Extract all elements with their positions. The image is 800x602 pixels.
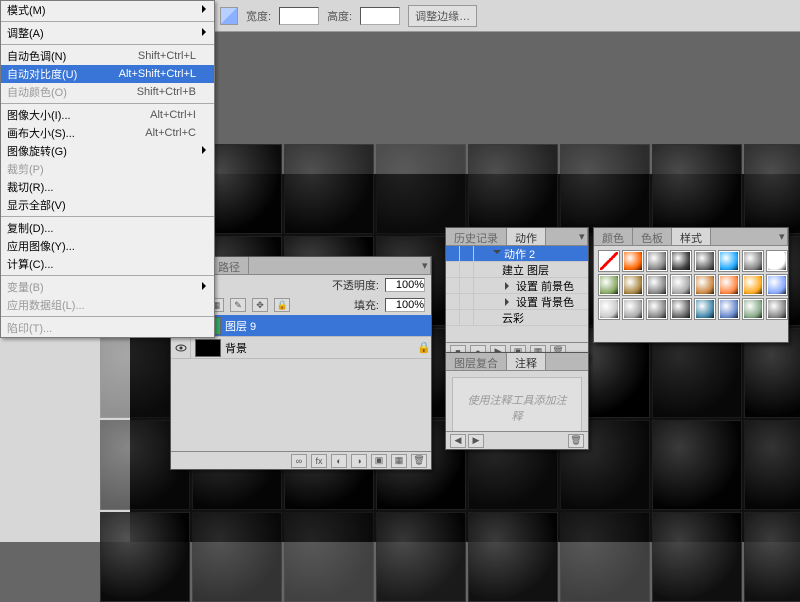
actions-panel: 历史记录 动作 ▾ 动作 2建立 图层设置 前景色设置 背景色云彩 ■ ● ▶ … (445, 227, 589, 361)
lock-icon: 🔒 (417, 341, 431, 354)
menu-item[interactable]: 图像大小(I)...Alt+Ctrl+I (1, 106, 214, 124)
tab-styles[interactable]: 样式 (672, 228, 711, 245)
tab-actions[interactable]: 动作 (507, 228, 546, 245)
layers-footer: ∞ fx ◐ ◑ ▣ ▦ 🗑 (171, 451, 431, 469)
style-swatch[interactable] (670, 250, 692, 272)
style-swatch[interactable] (766, 250, 788, 272)
height-label: 高度: (327, 8, 352, 24)
menu-item[interactable]: 调整(A) (1, 24, 214, 42)
style-swatch[interactable] (622, 298, 644, 320)
menu-item[interactable]: 显示全部(V) (1, 196, 214, 214)
adjust-icon[interactable]: ◑ (351, 454, 367, 468)
refine-edge-button[interactable]: 调整边缘… (408, 5, 477, 27)
style-swatch[interactable] (694, 274, 716, 296)
width-input[interactable] (279, 7, 319, 25)
layer-name: 背景 (225, 340, 417, 356)
tab-notes[interactable]: 注释 (507, 353, 546, 370)
style-swatch[interactable] (622, 274, 644, 296)
width-label: 宽度: (246, 8, 271, 24)
style-swatch[interactable] (718, 250, 740, 272)
menu-item[interactable]: 裁切(R)... (1, 178, 214, 196)
action-row[interactable]: 设置 前景色 (446, 278, 588, 294)
style-swatch[interactable] (622, 250, 644, 272)
fx-icon[interactable]: fx (311, 454, 327, 468)
style-swatch[interactable] (670, 298, 692, 320)
prev-icon[interactable]: ◀ (450, 434, 466, 448)
style-swatch[interactable] (766, 298, 788, 320)
visibility-icon[interactable] (171, 337, 191, 359)
style-swatch[interactable] (646, 250, 668, 272)
mask-icon[interactable]: ◐ (331, 454, 347, 468)
style-swatch[interactable] (646, 298, 668, 320)
actions-list: 动作 2建立 图层设置 前景色设置 背景色云彩 (446, 246, 588, 326)
fill-input[interactable] (385, 298, 425, 312)
style-swatch[interactable] (670, 274, 692, 296)
tab-swatches[interactable]: 色板 (633, 228, 672, 245)
style-swatch[interactable] (694, 250, 716, 272)
opacity-label: 不透明度: (332, 277, 379, 293)
action-row[interactable]: 云彩 (446, 310, 588, 326)
style-swatch[interactable] (742, 250, 764, 272)
style-swatch[interactable] (694, 298, 716, 320)
layer-name: 图层 9 (225, 318, 431, 334)
action-row[interactable]: 动作 2 (446, 246, 588, 262)
menu-item[interactable]: 画布大小(S)...Alt+Ctrl+C (1, 124, 214, 142)
opacity-input[interactable] (385, 278, 425, 292)
menu-item: 陷印(T)... (1, 319, 214, 337)
menu-item[interactable]: 模式(M) (1, 1, 214, 19)
notes-placeholder: 使用注释工具添加注释 (452, 377, 582, 439)
new-layer-icon[interactable]: ▦ (391, 454, 407, 468)
menu-item[interactable]: 应用图像(Y)... (1, 237, 214, 255)
style-swatch[interactable] (646, 274, 668, 296)
layer-thumbnail (195, 339, 221, 357)
lock-move-icon[interactable]: ✥ (252, 298, 268, 312)
styles-panel: 颜色 色板 样式 ▾ (593, 227, 789, 343)
trash-icon[interactable]: 🗑 (568, 434, 584, 448)
layer-row[interactable]: 背景🔒 (171, 337, 431, 359)
panel-menu-icon[interactable]: ▾ (571, 228, 588, 245)
notes-panel: 图层复合 注释 使用注释工具添加注释 ◀ ▶ 🗑 (445, 352, 589, 450)
action-row[interactable]: 建立 图层 (446, 262, 588, 278)
style-swatch[interactable] (598, 250, 620, 272)
style-swatch[interactable] (598, 274, 620, 296)
next-icon[interactable]: ▶ (468, 434, 484, 448)
menu-item: 应用数据组(L)... (1, 296, 214, 314)
fill-label: 填充: (354, 297, 379, 313)
style-swatch[interactable] (718, 274, 740, 296)
menu-item[interactable]: 复制(D)... (1, 219, 214, 237)
menu-item: 自动颜色(O)Shift+Ctrl+B (1, 83, 214, 101)
height-input[interactable] (360, 7, 400, 25)
panel-menu-icon[interactable]: ▾ (771, 228, 788, 245)
tab-layer-comps[interactable]: 图层复合 (446, 353, 507, 370)
menu-item[interactable]: 计算(C)... (1, 255, 214, 273)
lock-paint-icon[interactable]: ✎ (230, 298, 246, 312)
style-swatch[interactable] (742, 298, 764, 320)
style-swatch[interactable] (718, 298, 740, 320)
style-swatch[interactable] (766, 274, 788, 296)
menu-item: 变量(B) (1, 278, 214, 296)
menu-item: 裁剪(P) (1, 160, 214, 178)
tab-history[interactable]: 历史记录 (446, 228, 507, 245)
lock-all-icon[interactable]: 🔒 (274, 298, 290, 312)
style-swatch[interactable] (742, 274, 764, 296)
styles-grid (594, 246, 788, 324)
folder-icon[interactable]: ▣ (371, 454, 387, 468)
style-swatch[interactable] (598, 298, 620, 320)
tab-color[interactable]: 颜色 (594, 228, 633, 245)
style-swatch[interactable] (220, 7, 238, 25)
menu-item[interactable]: 自动对比度(U)Alt+Shift+Ctrl+L (1, 65, 214, 83)
trash-icon[interactable]: 🗑 (411, 454, 427, 468)
menu-item[interactable]: 图像旋转(G) (1, 142, 214, 160)
link-icon[interactable]: ∞ (291, 454, 307, 468)
action-row[interactable]: 设置 背景色 (446, 294, 588, 310)
menu-item[interactable]: 自动色调(N)Shift+Ctrl+L (1, 47, 214, 65)
image-menu: 模式(M) 调整(A) 自动色调(N)Shift+Ctrl+L自动对比度(U)Alt… (0, 0, 215, 338)
panel-menu-icon[interactable]: ▾ (414, 257, 431, 274)
tab-paths[interactable]: 路径 (210, 257, 249, 274)
